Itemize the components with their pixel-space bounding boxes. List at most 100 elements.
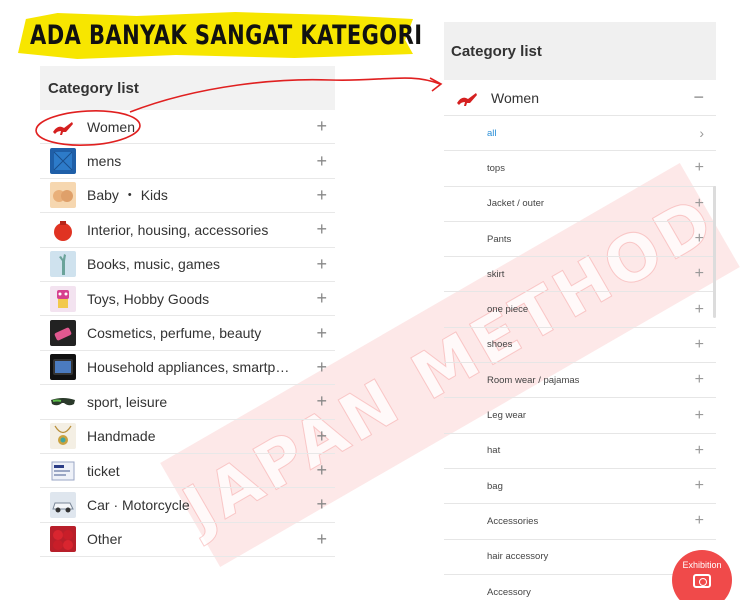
category-row-ticket[interactable]: ticket +	[40, 454, 335, 489]
expand-plus-icon[interactable]: +	[316, 254, 327, 275]
subcategory-row[interactable]: hat +	[444, 434, 716, 469]
chevron-right-icon: ›	[699, 125, 704, 142]
statue-of-liberty-icon	[50, 251, 76, 278]
subcategory-row[interactable]: bag +	[444, 469, 716, 505]
sunglasses-icon	[50, 389, 76, 415]
right-category-list-header: Category list	[444, 22, 716, 80]
left-category-list: Category list Women + mens + Baby ・ Kids…	[40, 66, 335, 558]
category-row-other[interactable]: Other +	[40, 523, 335, 558]
category-label: Other	[87, 531, 123, 548]
subcategory-row-all[interactable]: all ›	[444, 116, 716, 152]
expand-plus-icon[interactable]: +	[695, 159, 704, 177]
subcategory-label: tops	[487, 162, 505, 174]
list-scrollbar[interactable]	[713, 186, 716, 318]
expand-plus-icon[interactable]: +	[316, 426, 327, 447]
arrowhead-icon	[429, 77, 443, 92]
subcategory-row[interactable]: Pants +	[444, 222, 716, 258]
pendant-necklace-icon	[50, 423, 76, 450]
subcategory-label: bag	[487, 480, 503, 492]
category-row-baby-kids[interactable]: Baby ・ Kids +	[40, 179, 335, 214]
subcategory-row[interactable]: shoes +	[444, 328, 716, 364]
category-row-car[interactable]: Car · Motorcycle +	[40, 488, 335, 523]
expand-plus-icon[interactable]: +	[316, 151, 327, 172]
subcategory-row[interactable]: Jacket / outer +	[444, 187, 716, 222]
left-category-list-header: Category list	[40, 66, 335, 110]
subcategory-label: Jacket / outer	[487, 198, 545, 210]
red-heels-icon	[454, 85, 480, 111]
subcategory-label: hair accessory	[487, 551, 549, 563]
category-label: ticket	[87, 462, 120, 479]
expand-plus-icon[interactable]: +	[695, 371, 704, 389]
category-label: Car · Motorcycle	[87, 496, 190, 513]
expand-plus-icon[interactable]: +	[316, 357, 327, 378]
expand-plus-icon[interactable]: +	[316, 116, 327, 137]
category-row-books[interactable]: Books, music, games +	[40, 248, 335, 282]
camera-icon	[693, 574, 711, 588]
exhibition-button[interactable]: Exhibition	[672, 550, 732, 600]
tablet-icon	[50, 354, 76, 381]
car-icon	[50, 491, 76, 518]
cosmetics-icon	[50, 320, 76, 347]
right-category-list: Category list Women − all › tops + Jacke…	[444, 22, 716, 600]
exhibition-button-label: Exhibition	[682, 560, 722, 570]
category-row-cosmetics[interactable]: Cosmetics, perfume, beauty +	[40, 316, 335, 351]
expand-plus-icon[interactable]: +	[316, 288, 327, 309]
subcategory-label: hat	[487, 445, 501, 457]
category-label: Household appliances, smartph…	[87, 359, 297, 376]
title-banner-text: ADA BANYAK SANGAT KATEGORI	[30, 20, 423, 51]
subcategory-label: one piece	[487, 304, 529, 316]
expand-plus-icon[interactable]: +	[695, 477, 704, 495]
category-row-sport[interactable]: sport, leisure +	[40, 385, 335, 420]
expand-plus-icon[interactable]: +	[695, 336, 704, 354]
expand-plus-icon[interactable]: +	[316, 494, 327, 515]
expand-plus-icon[interactable]: +	[316, 185, 327, 206]
expand-plus-icon[interactable]: +	[316, 219, 327, 240]
category-label: Cosmetics, perfume, beauty	[87, 325, 262, 342]
category-label: Women	[87, 118, 135, 135]
subcategory-label: Leg wear	[487, 410, 527, 422]
category-label: Women	[491, 89, 539, 106]
expand-plus-icon[interactable]: +	[316, 529, 327, 550]
ticket-icon	[50, 457, 76, 484]
subcategory-row[interactable]: Leg wear +	[444, 398, 716, 434]
category-label: sport, leisure	[87, 393, 168, 410]
category-row-mens[interactable]: mens +	[40, 144, 335, 179]
subcategory-label: Pants	[487, 233, 512, 245]
category-label: Toys, Hobby Goods	[87, 290, 210, 307]
expand-plus-icon[interactable]: +	[316, 391, 327, 412]
expand-plus-icon[interactable]: +	[695, 195, 704, 213]
category-row-women-expanded[interactable]: Women −	[444, 80, 716, 116]
category-row-women[interactable]: Women +	[40, 110, 335, 145]
expand-plus-icon[interactable]: +	[695, 512, 704, 530]
subcategory-row[interactable]: one piece +	[444, 292, 716, 328]
category-label: Interior, housing, accessories	[87, 221, 269, 238]
subcategory-label: Accessory	[487, 587, 531, 598]
subcategory-row[interactable]: Accessories +	[444, 504, 716, 540]
category-row-toys[interactable]: Toys, Hobby Goods +	[40, 282, 335, 317]
baby-hands-icon	[50, 182, 76, 209]
red-heels-icon	[50, 114, 76, 140]
expand-plus-icon[interactable]: +	[695, 230, 704, 248]
expand-plus-icon[interactable]: +	[695, 407, 704, 425]
subcategory-label: Accessories	[487, 515, 539, 527]
category-row-handmade[interactable]: Handmade +	[40, 420, 335, 454]
expand-plus-icon[interactable]: +	[316, 460, 327, 481]
category-row-interior[interactable]: Interior, housing, accessories +	[40, 213, 335, 248]
expand-plus-icon[interactable]: +	[695, 301, 704, 319]
subcategory-row[interactable]: skirt +	[444, 257, 716, 293]
strawberries-icon	[50, 526, 76, 553]
expand-plus-icon[interactable]: +	[316, 323, 327, 344]
subcategory-label: shoes	[487, 339, 513, 351]
blue-shirt-icon	[50, 148, 76, 175]
collapse-minus-icon[interactable]: −	[693, 87, 704, 108]
category-label: Baby ・ Kids	[87, 187, 168, 204]
subcategory-row[interactable]: tops +	[444, 151, 716, 187]
expand-plus-icon[interactable]: +	[695, 442, 704, 460]
category-row-appliances[interactable]: Household appliances, smartph… +	[40, 351, 335, 386]
category-label: mens	[87, 153, 122, 170]
subcategory-label: all	[487, 127, 497, 139]
subcategory-row[interactable]: Room wear / pajamas +	[444, 363, 716, 399]
expand-plus-icon[interactable]: +	[695, 265, 704, 283]
category-label: Handmade	[87, 428, 156, 445]
category-label: Books, music, games	[87, 256, 221, 273]
